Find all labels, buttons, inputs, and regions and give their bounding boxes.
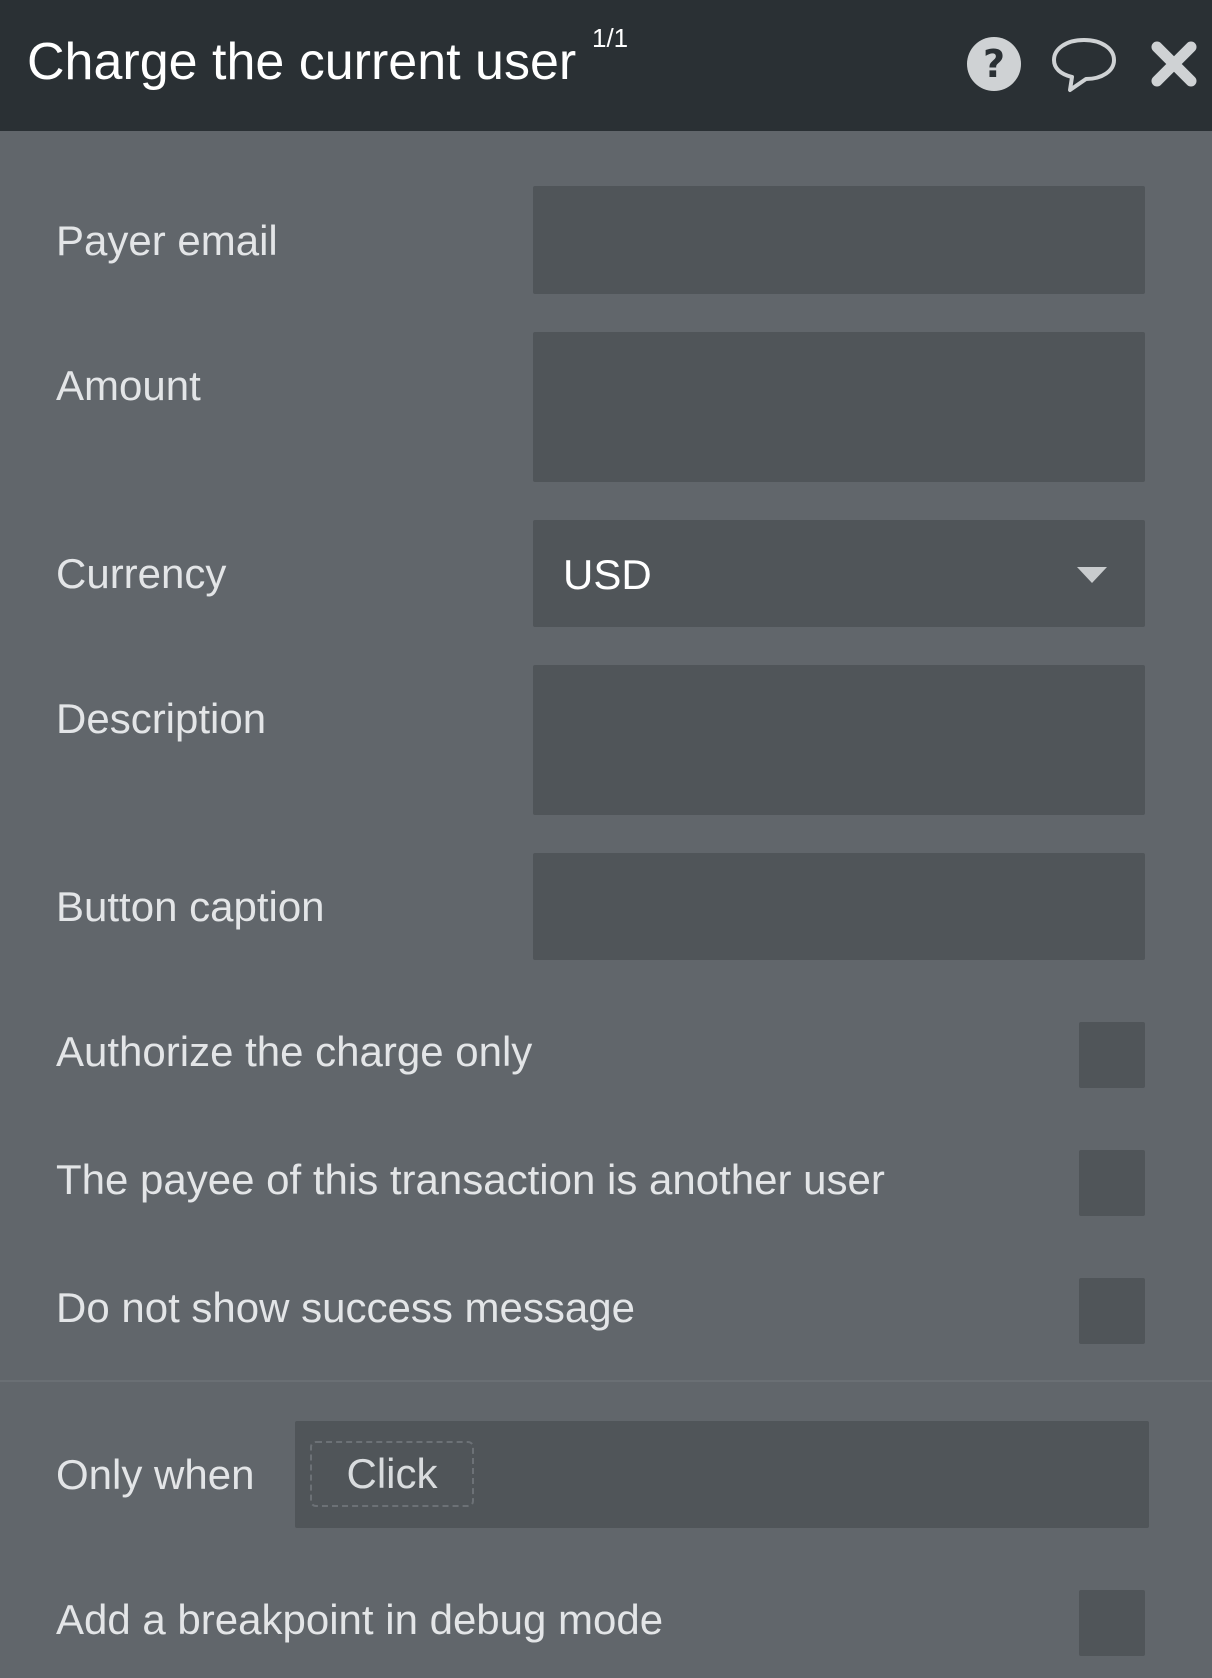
action-counter: 1/1 — [592, 23, 629, 53]
action-properties-panel: Charge the current user 1/1 ? Payer emai… — [0, 0, 1212, 1678]
currency-dropdown[interactable]: USD — [533, 520, 1145, 627]
payee-other-user-checkbox[interactable] — [1079, 1150, 1145, 1216]
panel-title: Charge the current user — [27, 33, 577, 91]
debug-breakpoint-label: Add a breakpoint in debug mode — [56, 1596, 664, 1643]
chevron-down-icon — [1077, 567, 1107, 583]
payer-email-field[interactable] — [533, 186, 1145, 294]
help-icon[interactable]: ? — [960, 30, 1028, 98]
panel-header: Charge the current user 1/1 ? — [0, 0, 1212, 131]
payer-email-label: Payer email — [56, 217, 278, 264]
amount-label: Amount — [56, 362, 201, 409]
description-field[interactable] — [533, 665, 1145, 815]
description-label: Description — [56, 695, 267, 742]
currency-label: Currency — [56, 550, 227, 597]
only-when-label: Only when — [56, 1451, 255, 1498]
only-when-condition-field[interactable]: Click — [295, 1421, 1149, 1528]
svg-text:?: ? — [983, 42, 1005, 86]
button-caption-field[interactable] — [533, 853, 1145, 960]
amount-field[interactable] — [533, 332, 1145, 482]
close-icon[interactable] — [1142, 30, 1206, 98]
authorize-only-checkbox[interactable] — [1079, 1022, 1145, 1088]
currency-selected-value: USD — [563, 551, 652, 598]
condition-click-placeholder[interactable]: Click — [310, 1441, 474, 1507]
button-caption-label: Button caption — [56, 883, 325, 930]
debug-breakpoint-checkbox[interactable] — [1079, 1590, 1145, 1656]
no-success-message-checkbox[interactable] — [1079, 1278, 1145, 1344]
comment-icon[interactable] — [1050, 30, 1118, 98]
authorize-only-label: Authorize the charge only — [56, 1028, 533, 1075]
no-success-message-label: Do not show success message — [56, 1284, 635, 1331]
section-divider — [0, 1380, 1212, 1382]
payee-other-user-label: The payee of this transaction is another… — [56, 1156, 885, 1203]
